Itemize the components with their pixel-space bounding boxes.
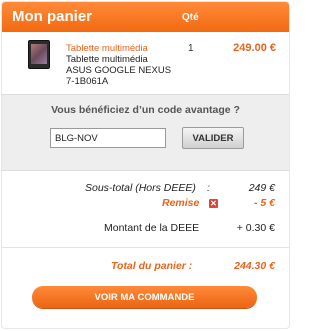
promo-code-section: Vous bénéficiez d’un code avantage ? VAL… [2,94,289,171]
cart-title: Mon panier [12,8,93,25]
cart-item: Tablette multimédia Tablette multimédia … [2,32,289,94]
product-name: Tablette multimédia ASUS GOOGLE NEXUS 7-… [66,54,172,87]
totals-section: Sous-total (Hors DEEE) : 249 € Remise ✕ … [2,170,289,328]
close-icon[interactable]: ✕ [209,199,218,208]
divider [2,247,289,248]
promo-question: Vous bénéficiez d’un code avantage ? [51,104,240,116]
quantity-column-header: Qté [182,12,199,23]
subtotal-label: Sous-total (Hors DEEE) [85,182,196,194]
cart-total-label: Total du panier : [111,260,193,272]
product-price: 249.00 € [233,42,276,54]
tablet-screen [31,44,47,64]
discount-label: Remise [162,197,200,209]
product-category-link[interactable]: Tablette multimédia [66,43,148,54]
promo-code-input[interactable] [50,128,166,148]
subtotal-colon: : [207,182,210,194]
deee-label: Montant de la DEEE [104,222,200,234]
cart-header: Mon panier Qté [2,2,289,32]
deee-value: + 0.30 € [236,222,275,234]
subtotal-value: 249 € [248,182,275,194]
validate-button[interactable]: VALIDER [182,127,244,149]
product-thumbnail[interactable] [28,40,50,69]
discount-value: - 5 € [253,197,275,209]
cart-panel: Mon panier Qté Tablette multimédia Table… [1,1,290,329]
product-quantity: 1 [188,43,194,54]
view-order-button[interactable]: VOIR MA COMMANDE [32,286,257,308]
cart-total-value: 244.30 € [234,260,275,272]
